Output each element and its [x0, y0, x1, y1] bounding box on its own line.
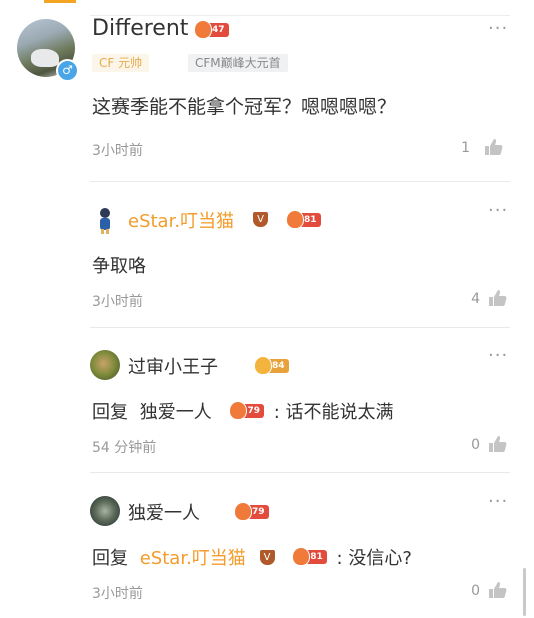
character-avatar-icon: [100, 208, 110, 234]
like-count: 4: [471, 291, 480, 307]
reply-to-username[interactable]: 独爱一人: [140, 402, 212, 423]
level-badge: 84: [254, 356, 289, 375]
comment-text: : 话不能说太满: [273, 402, 394, 423]
level-number: 84: [272, 361, 285, 371]
avatar[interactable]: [90, 205, 120, 235]
level-badge: 79: [229, 401, 264, 420]
reply-content: 回复 独爱一人 79 : 话不能说太满: [92, 398, 394, 424]
level-number: 81: [304, 215, 317, 225]
thumbs-up-icon[interactable]: [484, 138, 504, 156]
divider: [90, 327, 510, 328]
scrollbar[interactable]: [523, 568, 526, 616]
timestamp: 3小时前: [92, 586, 143, 602]
level-number: 47: [212, 25, 225, 35]
main-comment: ♂ Different 47 CF 元帅 CFM巅峰大元首 ··· 这赛季能不能…: [0, 14, 534, 182]
timestamp: 3小时前: [92, 143, 143, 159]
like-count: 0: [471, 437, 480, 453]
thumbs-up-icon[interactable]: [488, 435, 508, 453]
reply-content: 回复 eStar.叮当猫 V 81 : 没信心?: [92, 544, 412, 570]
username[interactable]: eStar.叮当猫: [128, 207, 234, 233]
thumbs-up-icon[interactable]: [488, 581, 508, 599]
comment-text: 争取咯: [92, 256, 146, 277]
level-number: 79: [252, 507, 265, 517]
like-count: 0: [471, 583, 480, 599]
male-icon: ♂: [56, 59, 79, 82]
shield-icon: [286, 210, 304, 229]
level-number: 81: [310, 552, 323, 562]
shield-icon: [194, 20, 212, 39]
reply-prefix: 回复: [92, 548, 128, 569]
more-icon[interactable]: ···: [488, 491, 508, 512]
level-badge: 79: [234, 502, 269, 521]
timestamp: 54 分钟前: [92, 440, 157, 456]
level-badge: 47: [194, 20, 229, 39]
shield-icon: [234, 502, 252, 521]
comment-text: : 没信心?: [336, 548, 412, 569]
level-badge: 81: [286, 210, 321, 229]
divider: [90, 181, 510, 182]
reply-prefix: 回复: [92, 402, 128, 423]
reply-to-username[interactable]: eStar.叮当猫: [140, 548, 246, 569]
rank-tag-cfm: CFM巅峰大元首: [188, 54, 288, 72]
more-icon[interactable]: ···: [488, 200, 508, 221]
comment-text: 这赛季能不能拿个冠军？嗯嗯嗯嗯？: [92, 96, 397, 118]
more-icon[interactable]: ···: [488, 18, 508, 39]
level-number: 79: [247, 406, 260, 416]
vip-badge: V: [259, 549, 275, 565]
shield-icon: [292, 547, 311, 566]
thumbs-up-icon[interactable]: [488, 289, 508, 307]
rank-tag-cf: CF 元帅: [92, 54, 150, 72]
level-badge: 81: [292, 547, 327, 566]
vip-badge: V: [253, 212, 268, 227]
more-icon[interactable]: ···: [488, 345, 508, 366]
top-accent-bar: [44, 0, 76, 3]
username[interactable]: 独爱一人: [128, 499, 200, 525]
username[interactable]: Different: [92, 16, 188, 41]
username[interactable]: 过审小王子: [128, 353, 218, 379]
timestamp: 3小时前: [92, 294, 143, 310]
shield-icon: [254, 356, 272, 375]
divider: [90, 472, 510, 473]
like-count: 1: [461, 140, 470, 156]
shield-icon: [229, 401, 248, 420]
avatar[interactable]: [90, 350, 120, 380]
avatar[interactable]: [90, 496, 120, 526]
